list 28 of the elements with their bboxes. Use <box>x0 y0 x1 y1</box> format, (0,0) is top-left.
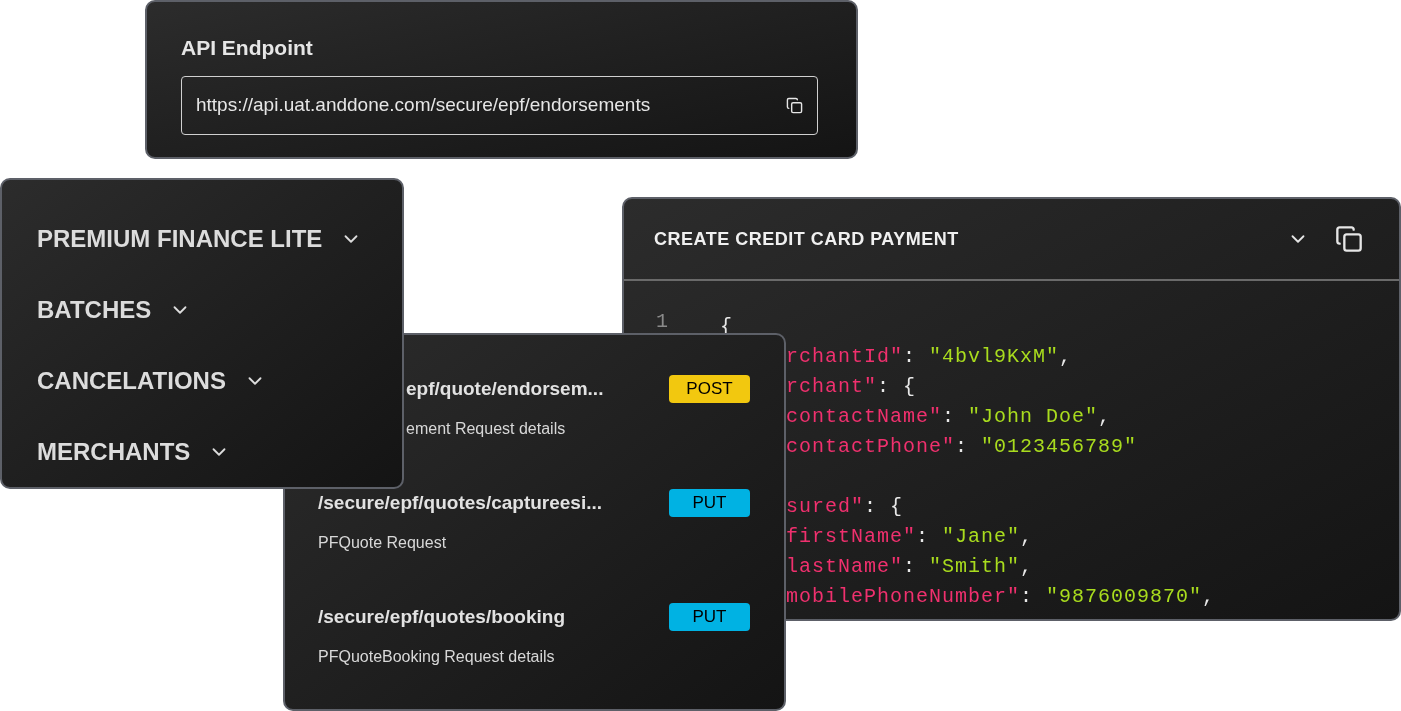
menu-item[interactable]: CANCELATIONS <box>37 345 266 417</box>
code-line: mobilePhoneNumber": "9876009870", <box>786 584 1216 610</box>
card-title: API Endpoint <box>181 35 314 61</box>
card-title: CREATE CREDIT CARD PAYMENT <box>654 227 959 251</box>
endpoint-description: PFQuote Request <box>318 533 447 553</box>
url-text: https://api.uat.anddone.com/secure/epf/endorsements <box>196 93 651 118</box>
menu-item[interactable]: BATCHES <box>37 274 192 346</box>
method-badge: PUT <box>669 489 750 517</box>
endpoint-description: PFQuoteBooking Request details <box>318 647 555 667</box>
code-line: rchant": { <box>786 374 917 400</box>
code-line: contactPhone": "0123456789" <box>786 434 1138 460</box>
url-field[interactable]: https://api.uat.anddone.com/secure/epf/endorsements <box>181 76 818 135</box>
menu-item[interactable]: MERCHANTS <box>37 416 231 487</box>
endpoint-path[interactable]: /secure/epf/quotes/booking <box>318 602 566 632</box>
endpoint-description: ement Request details <box>406 419 566 439</box>
menu-item[interactable]: PREMIUM FINANCE LITE <box>37 204 363 275</box>
code-line: contactName": "John Doe", <box>786 404 1112 430</box>
copy-icon[interactable] <box>1335 225 1363 253</box>
code-line: rchantId": "4bvl9KxM", <box>786 344 1073 370</box>
code-line: sured": { <box>786 494 904 520</box>
copy-icon[interactable] <box>786 97 803 114</box>
endpoint-path[interactable]: /secure/epf/quotes/captureesi... <box>318 488 603 518</box>
endpoint-path[interactable]: epf/quote/endorsem... <box>406 374 604 404</box>
method-badge: PUT <box>669 603 750 631</box>
method-badge: POST <box>669 375 750 403</box>
code-line: lastName": "Smith", <box>786 554 1034 580</box>
line-number: 1 <box>656 309 668 335</box>
code-line: firstName": "Jane", <box>786 524 1034 550</box>
